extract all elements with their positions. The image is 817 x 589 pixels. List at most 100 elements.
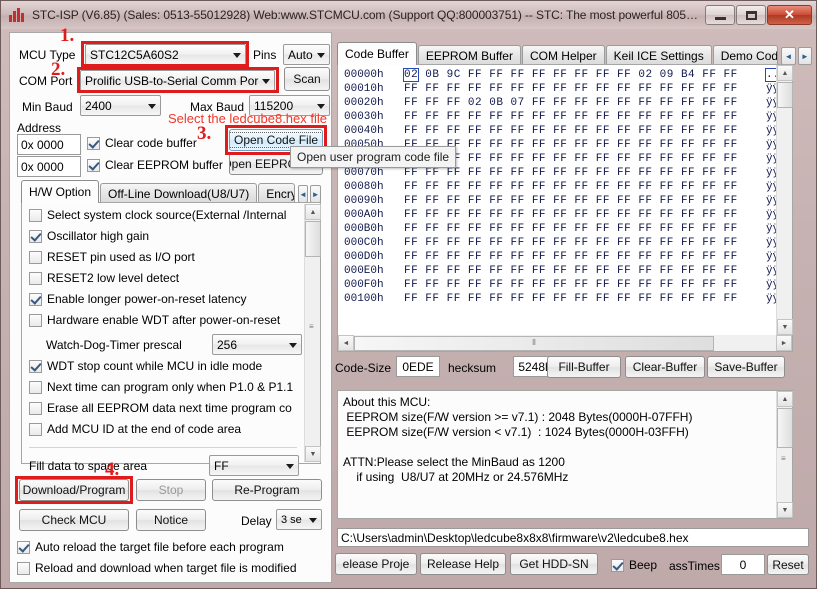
hw-option-b-3[interactable]: Add MCU ID at the end of code area	[29, 422, 241, 436]
left-tab-prev-button[interactable]: ◄	[297, 185, 309, 203]
hex-bytes[interactable]: FF FF FF FF FF FF FF FF FF FF FF FF FF F…	[404, 124, 766, 138]
about-scroll-up-button[interactable]: ▲	[777, 391, 793, 407]
beep-checkbox[interactable]: Beep	[611, 558, 657, 572]
hw-option-1[interactable]: Oscillator high gain	[29, 229, 149, 243]
re-program-button[interactable]: Re-Program	[212, 479, 322, 501]
pins-select[interactable]: Auto	[283, 44, 330, 65]
tab-encrypt[interactable]: Encryp	[258, 183, 295, 203]
left-tab-next-button[interactable]: ►	[310, 185, 321, 203]
hex-bytes[interactable]: FF FF FF FF FF FF FF FF FF FF FF FF FF F…	[404, 264, 766, 278]
wdt-prescal-select[interactable]: 256	[212, 334, 302, 355]
hw-option-3[interactable]: RESET2 low level detect	[29, 271, 179, 285]
hex-row[interactable]: 000F0h FF FF FF FF FF FF FF FF FF FF FF F…	[338, 278, 792, 292]
hex-bytes[interactable]: 02 0B 9C FF FF FF FF FF FF FF FF 02 09 B…	[402, 68, 766, 82]
hex-bytes[interactable]: FF FF FF FF FF FF FF FF FF FF FF FF FF F…	[404, 278, 766, 292]
hex-row[interactable]: 00070h FF FF FF FF FF FF FF FF FF FF FF F…	[338, 166, 792, 180]
about-scrollbar[interactable]: ▲ ≡ ▼	[776, 391, 793, 518]
hex-horizontal-scrollbar[interactable]: ◄ ⦀ ►	[338, 335, 792, 351]
hex-row[interactable]: 00030h FF FF FF FF FF FF FF FF FF FF FF F…	[338, 110, 792, 124]
hex-bytes[interactable]: FF FF FF FF FF FF FF FF FF FF FF FF FF F…	[404, 222, 766, 236]
scan-button[interactable]: Scan	[284, 67, 330, 91]
clear-eeprom-buffer-checkbox[interactable]: Clear EEPROM buffer	[87, 158, 223, 172]
hex-row[interactable]: 00080h FF FF FF FF FF FF FF FF FF FF FF F…	[338, 180, 792, 194]
options-scroll-thumb[interactable]	[305, 221, 321, 257]
hex-bytes[interactable]: FF FF FF FF FF FF FF FF FF FF FF FF FF F…	[404, 292, 766, 306]
check-mcu-button[interactable]: Check MCU	[19, 509, 129, 531]
file-path-field[interactable]: C:\Users\admin\Desktop\ledcube8x8x8\firm…	[337, 528, 809, 547]
auto-reload-checkbox[interactable]: Auto reload the target file before each …	[17, 540, 284, 554]
hex-scroll-left-button[interactable]: ◄	[338, 335, 354, 351]
maximize-button[interactable]	[736, 5, 766, 25]
tab-demo-code[interactable]: Demo Code	[712, 45, 779, 65]
hex-vertical-scrollbar[interactable]: ▲ ▼	[776, 65, 793, 335]
com-port-select[interactable]: Prolific USB-to-Serial Comm Por	[80, 70, 275, 91]
hex-bytes[interactable]: FF FF FF FF FF FF FF FF FF FF FF FF FF F…	[404, 110, 766, 124]
about-scroll-thumb[interactable]	[777, 408, 793, 448]
notice-button[interactable]: Notice	[136, 509, 206, 531]
delay-select[interactable]: 3 se	[276, 509, 322, 530]
hex-hscroll-thumb[interactable]: ⦀	[354, 335, 714, 351]
hex-bytes[interactable]: FF FF FF FF FF FF FF FF FF FF FF FF FF F…	[404, 166, 766, 180]
hex-bytes[interactable]: FF FF FF FF FF FF FF FF FF FF FF FF FF F…	[404, 180, 766, 194]
eeprom-address-input[interactable]: 0x 0000	[17, 156, 81, 177]
release-project-button[interactable]: elease Proje	[335, 553, 417, 575]
download-program-button[interactable]: Download/Program	[19, 479, 129, 501]
hex-row[interactable]: 000B0h FF FF FF FF FF FF FF FF FF FF FF F…	[338, 222, 792, 236]
hex-bytes[interactable]: FF FF FF FF FF FF FF FF FF FF FF FF FF F…	[404, 250, 766, 264]
hex-row[interactable]: 000C0h FF FF FF FF FF FF FF FF FF FF FF F…	[338, 236, 792, 250]
right-tab-next-button[interactable]: ►	[797, 47, 812, 65]
hex-row[interactable]: 000A0h FF FF FF FF FF FF FF FF FF FF FF F…	[338, 208, 792, 222]
hex-bytes[interactable]: FF FF FF FF FF FF FF FF FF FF FF FF FF F…	[404, 152, 766, 166]
fill-data-select[interactable]: FF	[209, 455, 299, 476]
hex-bytes[interactable]: FF FF FF FF FF FF FF FF FF FF FF FF FF F…	[404, 82, 766, 96]
close-button[interactable]: ✕	[767, 5, 812, 25]
hw-option-4[interactable]: Enable longer power-on-reset latency	[29, 292, 246, 306]
hex-scroll-down-button[interactable]: ▼	[777, 319, 793, 335]
tab-hw-option[interactable]: H/W Option	[21, 180, 100, 203]
code-buffer-hex-view[interactable]: 00000h 02 0B 9C FF FF FF FF FF FF FF FF 0…	[337, 64, 793, 352]
tab-keil-ice-settings[interactable]: Keil ICE Settings	[605, 45, 712, 65]
hex-bytes[interactable]: FF FF FF FF FF FF FF FF FF FF FF FF FF F…	[404, 236, 766, 250]
hex-bytes[interactable]: FF FF FF 02 0B 07 FF FF FF FF FF FF FF F…	[404, 96, 766, 110]
hw-option-b-1[interactable]: Next time can program only when P1.0 & P…	[29, 380, 293, 394]
hex-selected-byte[interactable]: 02	[402, 68, 420, 82]
tab-offline-download[interactable]: Off-Line Download(U8/U7)	[100, 183, 258, 203]
hw-option-5[interactable]: Hardware enable WDT after power-on-reset	[29, 313, 280, 327]
minimize-button[interactable]	[705, 5, 735, 25]
hw-option-b-0[interactable]: WDT stop count while MCU in idle mode	[29, 359, 262, 373]
hex-row[interactable]: 00040h FF FF FF FF FF FF FF FF FF FF FF F…	[338, 124, 792, 138]
hex-row[interactable]: 000E0h FF FF FF FF FF FF FF FF FF FF FF F…	[338, 264, 792, 278]
hw-option-b-2[interactable]: Erase all EEPROM data next time program …	[29, 401, 292, 415]
release-help-button[interactable]: Release Help	[420, 553, 506, 575]
tab-code-buffer[interactable]: Code Buffer	[337, 42, 417, 65]
min-baud-select[interactable]: 2400	[80, 95, 161, 116]
code-address-input[interactable]: 0x 0000	[17, 134, 81, 155]
options-scrollbar[interactable]: ▲ ≡ ▼	[304, 204, 321, 462]
right-tab-prev-button[interactable]: ◄	[781, 47, 796, 65]
scroll-down-button[interactable]: ▼	[305, 446, 321, 462]
hex-row[interactable]: 000D0h FF FF FF FF FF FF FF FF FF FF FF F…	[338, 250, 792, 264]
hw-option-0[interactable]: Select system clock source(External /Int…	[29, 208, 286, 222]
save-buffer-button[interactable]: Save-Buffer	[707, 356, 785, 378]
reload-download-checkbox[interactable]: Reload and download when target file is …	[17, 561, 297, 575]
hex-scroll-up-button[interactable]: ▲	[777, 65, 793, 81]
hex-bytes[interactable]: FF FF FF FF FF FF FF FF FF FF FF FF FF F…	[404, 194, 766, 208]
hex-scroll-right-button[interactable]: ►	[776, 335, 792, 351]
hex-bytes[interactable]: FF FF FF FF FF FF FF FF FF FF FF FF FF F…	[404, 138, 766, 152]
hw-option-2[interactable]: RESET pin used as I/O port	[29, 250, 195, 264]
get-hdd-sn-button[interactable]: Get HDD-SN	[510, 553, 598, 575]
hex-row[interactable]: 00000h 02 0B 9C FF FF FF FF FF FF FF FF 0…	[338, 68, 792, 82]
hex-row[interactable]: 00090h FF FF FF FF FF FF FF FF FF FF FF F…	[338, 194, 792, 208]
mcu-type-select[interactable]: STC12C5A60S2	[85, 44, 246, 65]
hex-bytes[interactable]: FF FF FF FF FF FF FF FF FF FF FF FF FF F…	[404, 208, 766, 222]
hex-scroll-thumb[interactable]	[777, 82, 793, 108]
hex-row[interactable]: 00020h FF FF FF 02 0B 07 FF FF FF FF FF F…	[338, 96, 792, 110]
fill-buffer-button[interactable]: Fill-Buffer	[547, 356, 621, 378]
hex-row[interactable]: 00010h FF FF FF FF FF FF FF FF FF FF FF F…	[338, 82, 792, 96]
reset-button[interactable]: Reset	[767, 554, 809, 575]
about-scroll-down-button[interactable]: ▼	[777, 502, 793, 518]
scroll-up-button[interactable]: ▲	[305, 204, 321, 220]
tab-com-helper[interactable]: COM Helper	[521, 45, 605, 65]
clear-code-buffer-checkbox[interactable]: Clear code buffer	[87, 136, 197, 150]
tab-eeprom-buffer[interactable]: EEPROM Buffer	[417, 45, 521, 65]
